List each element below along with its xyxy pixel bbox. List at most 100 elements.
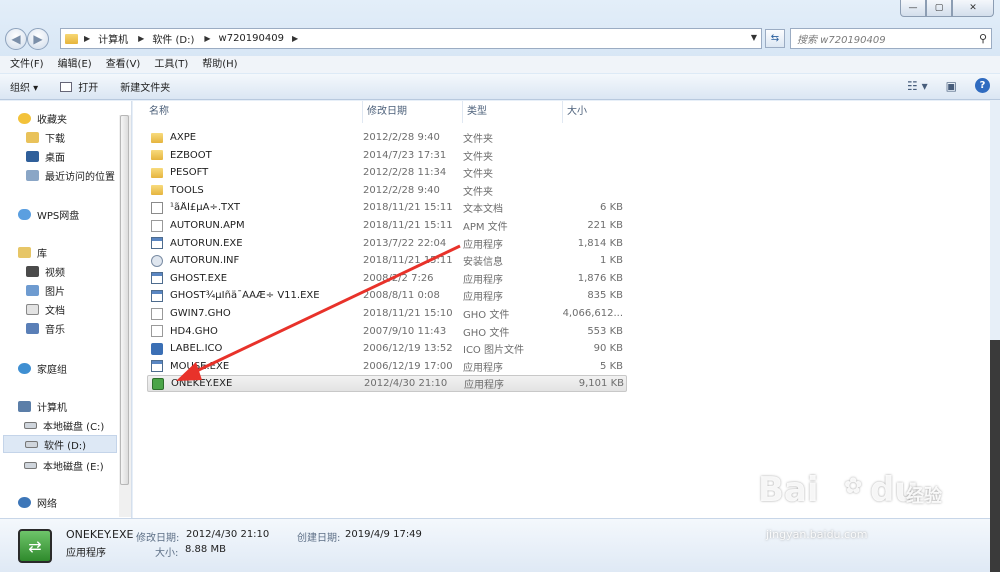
file-name-cell: GWIN7.GHO: [147, 307, 363, 320]
file-name-cell: EZBOOT: [147, 150, 363, 161]
exe-icon: [151, 289, 163, 302]
close-button[interactable]: ✕: [952, 0, 994, 17]
file-name-cell: LABEL.ICO: [147, 342, 363, 355]
homegroup-icon: [18, 362, 31, 374]
file-size: 9,101 KB: [578, 378, 624, 390]
desktop-icon: [26, 150, 39, 162]
breadcrumb-label: 计算机: [98, 35, 129, 46]
breadcrumb-computer[interactable]: ▶ 计算机: [84, 31, 128, 46]
file-name-cell: GHOST¾µÏñä¯ÀÀÆ÷ V11.EXE: [147, 289, 363, 302]
file-type: GHO 文件: [463, 327, 510, 339]
new-folder-button[interactable]: 新建文件夹: [120, 79, 170, 94]
file-row[interactable]: GHOST¾µÏñä¯ÀÀÆ÷ V11.EXE 2008/8/11 0:08 应用程…: [147, 287, 627, 304]
file-row[interactable]: AUTORUN.EXE 2013/7/22 22:04 应用程序 1,814 KB: [147, 235, 627, 252]
file-name-cell: PESOFT: [147, 167, 363, 178]
file-row[interactable]: GWIN7.GHO 2018/11/21 15:10 GHO 文件 4,066,612…: [147, 305, 627, 322]
details-size-value: 8.88 MB: [185, 544, 226, 555]
navigation-pane: 收藏夹 下载 桌面 最近访问的位置 WPS网盘 库 视频 图片 文档 音乐 家庭…: [0, 101, 132, 518]
file-name-cell: AXPE: [147, 132, 363, 143]
file-icon: [151, 307, 163, 320]
onekey-app-icon: ⇄: [18, 529, 52, 563]
column-header-date[interactable]: 修改日期: [363, 101, 463, 123]
nav-label: 下载: [45, 133, 65, 145]
address-bar[interactable]: ▶ 计算机 ▶ 软件 (D:) ▶ w720190409 ▶ ▼: [60, 28, 762, 49]
file-row[interactable]: MOUSE.EXE 2006/12/19 17:00 应用程序 5 KB: [147, 358, 627, 375]
minimize-button[interactable]: —: [900, 0, 926, 17]
nav-label: 最近访问的位置: [45, 171, 115, 183]
file-row[interactable]: HD4.GHO 2007/9/10 11:43 GHO 文件 553 KB: [147, 323, 627, 340]
file-row[interactable]: PESOFT 2012/2/28 11:34 文件夹: [147, 164, 627, 181]
menu-view[interactable]: 查看(V): [106, 56, 141, 73]
preview-pane-icon[interactable]: ▣: [946, 79, 957, 93]
back-button[interactable]: ◀: [5, 28, 27, 50]
menu-tools[interactable]: 工具(T): [154, 56, 188, 73]
file-row[interactable]: AUTORUN.APM 2018/11/21 15:11 APM 文件 221 KB: [147, 217, 627, 234]
watermark-brand: Bai: [758, 470, 819, 510]
file-row[interactable]: LABEL.ICO 2006/12/19 13:52 ICO 图片文件 90 KB: [147, 340, 627, 357]
file-type: 文件夹: [463, 186, 493, 198]
file-type: 应用程序: [463, 274, 503, 286]
menu-help[interactable]: 帮助(H): [202, 56, 237, 73]
help-icon[interactable]: ?: [975, 78, 990, 93]
breadcrumb-separator-icon: ▶: [291, 34, 299, 43]
file-size: 553 KB: [587, 325, 623, 337]
pictures-icon: [26, 284, 39, 296]
column-header-size[interactable]: 大小: [563, 101, 633, 123]
documents-icon: [26, 303, 39, 315]
paw-icon: ✿: [844, 474, 863, 499]
nav-label: 图片: [45, 286, 65, 298]
file-name-cell: HD4.GHO: [147, 325, 363, 338]
nav-scrollbar-thumb[interactable]: [120, 115, 129, 485]
column-header-name[interactable]: 名称: [133, 101, 363, 123]
file-type: 应用程序: [463, 239, 503, 251]
column-header-type[interactable]: 类型: [463, 101, 563, 123]
search-icon[interactable]: ⚲: [979, 32, 987, 45]
details-modified-label: 修改日期:: [136, 533, 180, 544]
watermark-cn: 经验: [906, 486, 942, 507]
file-name: GHOST.EXE: [170, 272, 228, 284]
file-type: 文件夹: [463, 134, 493, 145]
file-row[interactable]: EZBOOT 2014/7/23 17:31 文件夹: [147, 147, 627, 164]
file-size: 835 KB: [587, 290, 623, 302]
nav-label: 文档: [45, 305, 65, 317]
file-name-cell: TOOLS: [147, 185, 363, 196]
file-name: AUTORUN.INF: [170, 255, 240, 267]
file-date: 2018/11/21 15:11: [363, 202, 453, 214]
file-row[interactable]: GHOST.EXE 2008/2/2 7:26 应用程序 1,876 KB: [147, 270, 627, 287]
nav-label: WPS网盘: [37, 210, 80, 222]
file-row[interactable]: AXPE 2012/2/28 9:40 文件夹: [147, 129, 627, 146]
open-label: 打开: [78, 83, 99, 94]
forward-button[interactable]: ▶: [27, 28, 49, 50]
open-button[interactable]: 打开: [60, 79, 98, 94]
file-date: 2014/7/23 17:31: [363, 149, 447, 161]
file-row[interactable]: ¹ãÅÌ£µÃ÷.TXT 2018/11/21 15:11 文本文档 6 KB: [147, 199, 627, 216]
file-type: 应用程序: [463, 292, 503, 304]
file-name: PESOFT: [170, 167, 209, 179]
refresh-button[interactable]: ⇆: [765, 29, 785, 48]
file-row[interactable]: ONEKEY.EXE 2012/4/30 21:10 应用程序 9,101 KB: [147, 375, 627, 393]
menu-file[interactable]: 文件(F): [10, 56, 44, 73]
file-name: ¹ãÅÌ£µÃ÷.TXT: [170, 202, 240, 214]
file-row[interactable]: AUTORUN.INF 2018/11/21 15:11 安装信息 1 KB: [147, 252, 627, 269]
file-size: 1 KB: [600, 255, 623, 267]
exe-icon: [151, 360, 163, 373]
file-size: 90 KB: [593, 343, 623, 355]
exe-icon: [151, 272, 163, 285]
file-date: 2006/12/19 13:52: [363, 343, 453, 355]
address-dropdown-icon[interactable]: ▼: [751, 33, 757, 42]
nav-label: 音乐: [45, 324, 65, 336]
breadcrumb-drive-d[interactable]: ▶ 软件 (D:): [138, 31, 194, 46]
nav-label: 家庭组: [37, 364, 67, 376]
nav-scrollbar[interactable]: [119, 115, 131, 517]
command-bar: 组织 ▾ 打开 新建文件夹 ☷ ▾ ▣ ?: [0, 74, 1000, 100]
drive-icon: [25, 440, 38, 448]
view-options-icon[interactable]: ☷ ▾: [907, 79, 928, 93]
search-input[interactable]: 搜索 w720190409 ⚲: [790, 28, 992, 49]
menu-edit[interactable]: 编辑(E): [58, 56, 92, 73]
maximize-button[interactable]: ▢: [926, 0, 952, 17]
breadcrumb-folder[interactable]: ▶ w720190409 ▶: [204, 33, 306, 44]
file-type: 文件夹: [463, 169, 493, 181]
file-row[interactable]: TOOLS 2012/2/28 9:40 文件夹: [147, 182, 627, 199]
organize-button[interactable]: 组织 ▾: [10, 79, 38, 94]
nav-drive-d[interactable]: 软件 (D:): [3, 435, 117, 453]
